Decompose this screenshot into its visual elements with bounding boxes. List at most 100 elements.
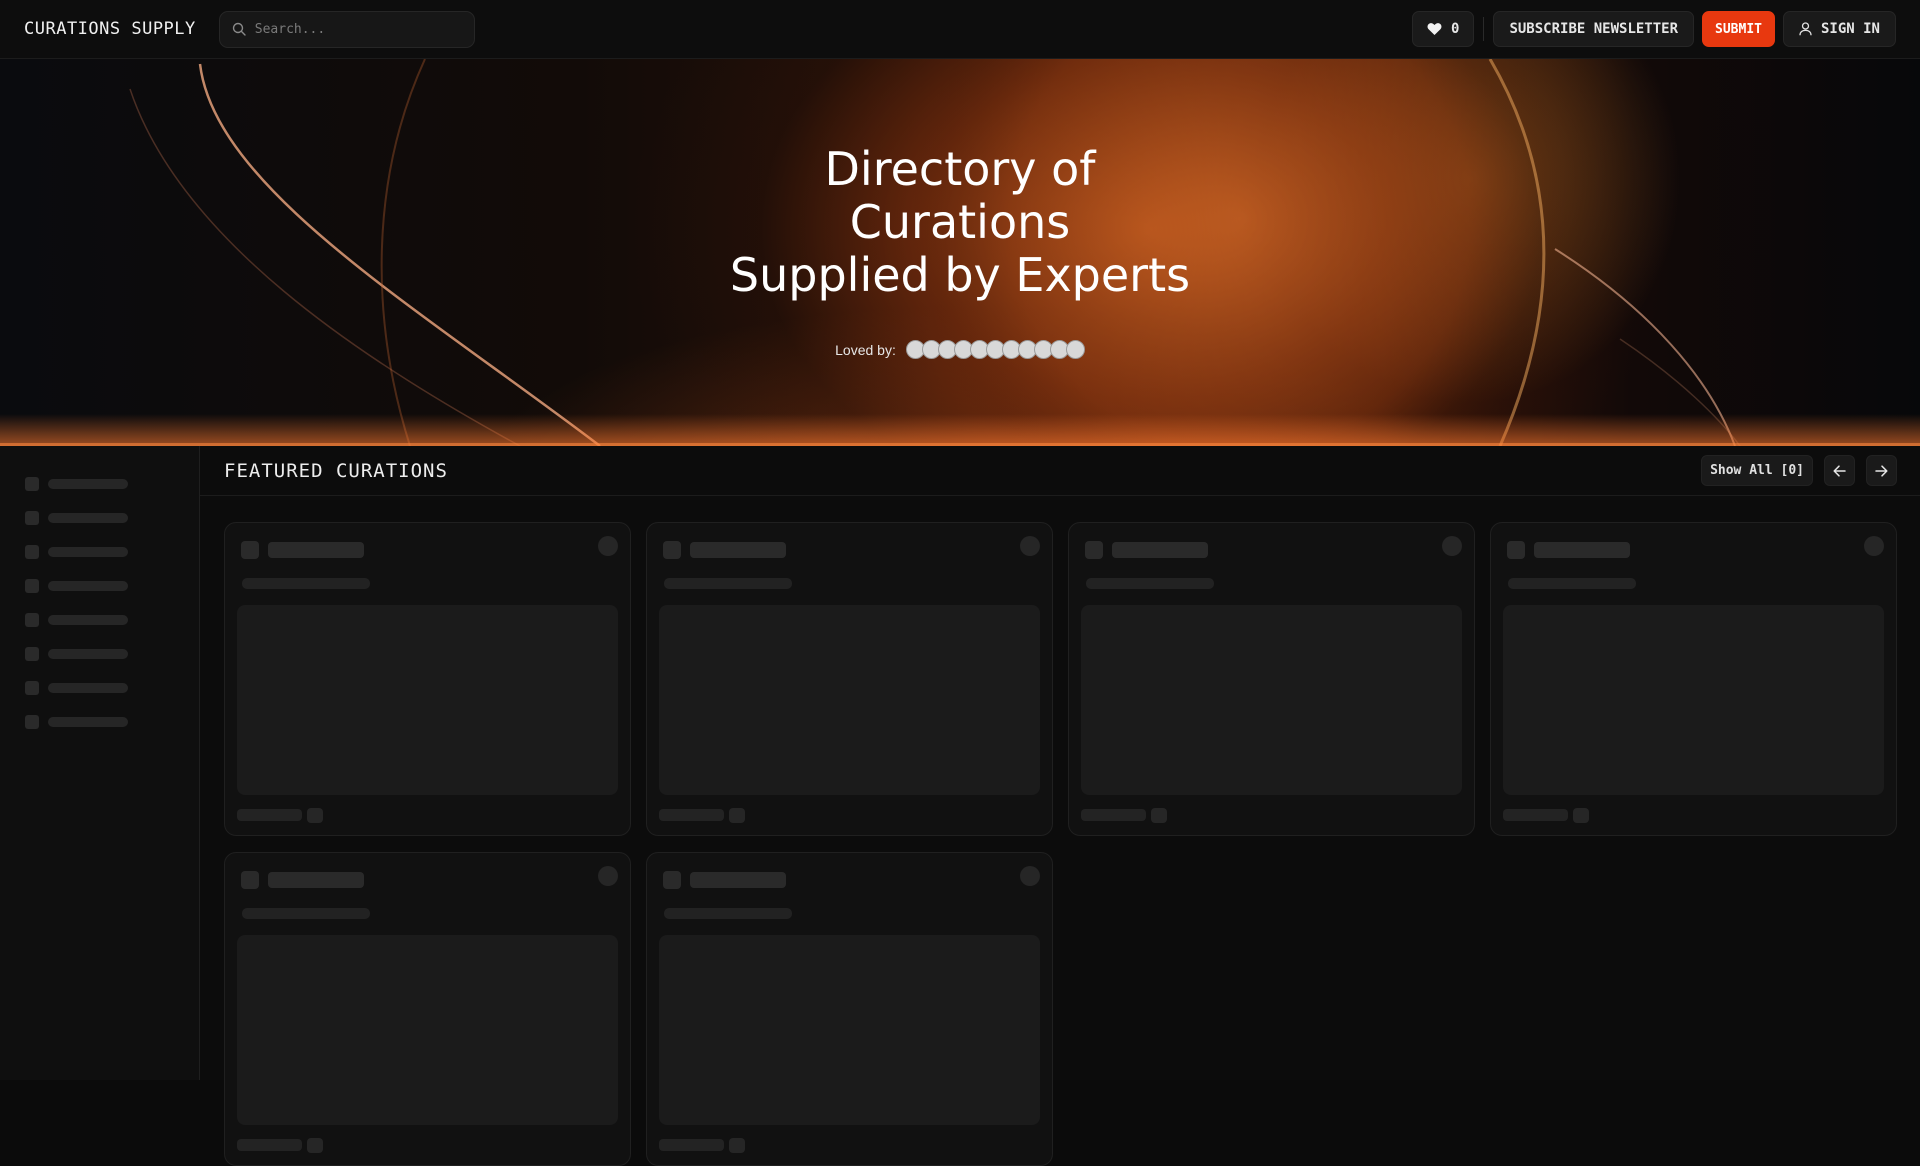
loved-by-avatars	[905, 340, 1085, 359]
avatar	[1065, 340, 1085, 359]
search-icon	[232, 22, 246, 36]
subscribe-newsletter-button[interactable]: SUBSCRIBE NEWSLETTER	[1493, 11, 1695, 47]
sidebar-item-skeleton[interactable]	[0, 705, 199, 739]
card-badge-placeholder	[729, 1138, 745, 1153]
curation-card-skeleton[interactable]	[646, 522, 1053, 836]
search-input[interactable]	[254, 21, 455, 37]
card-badge-placeholder	[1151, 808, 1167, 823]
arrow-right-icon	[1875, 464, 1888, 477]
card-icon-placeholder	[663, 541, 681, 559]
curation-card-skeleton[interactable]	[1068, 522, 1475, 836]
card-subtitle-placeholder	[1086, 578, 1214, 589]
hero-title-line-1: Directory of	[824, 142, 1096, 196]
card-subtitle-placeholder	[242, 578, 370, 589]
category-sidebar	[0, 446, 200, 1080]
card-footer-placeholder	[659, 809, 724, 821]
card-icon-placeholder	[1507, 541, 1525, 559]
hero-banner: Directory of Curations Supplied by Exper…	[0, 59, 1920, 446]
sidebar-item-skeleton[interactable]	[0, 603, 199, 637]
hero-title-line-2: Curations	[849, 195, 1071, 249]
sidebar-item-label-placeholder	[48, 513, 128, 523]
card-subtitle-placeholder	[242, 908, 370, 919]
sidebar-item-label-placeholder	[48, 581, 128, 591]
card-action-placeholder	[598, 536, 618, 556]
card-badge-placeholder	[729, 808, 745, 823]
curation-card-skeleton[interactable]	[1490, 522, 1897, 836]
curation-card-skeleton[interactable]	[224, 852, 631, 1166]
card-subtitle-placeholder	[664, 908, 792, 919]
sidebar-item-label-placeholder	[48, 683, 128, 693]
sidebar-item-icon-placeholder	[25, 647, 39, 661]
curation-card-skeleton[interactable]	[224, 522, 631, 836]
next-button[interactable]	[1866, 455, 1897, 486]
curation-card-skeleton[interactable]	[646, 852, 1053, 1166]
card-title-placeholder	[690, 542, 786, 558]
loved-by-label: Loved by:	[835, 341, 896, 358]
sidebar-item-icon-placeholder	[25, 681, 39, 695]
brand-logo[interactable]: CURATIONS SUPPLY	[24, 19, 196, 39]
featured-actions: Show All [0]	[1701, 455, 1897, 486]
sidebar-item-label-placeholder	[48, 547, 128, 557]
card-image-placeholder	[237, 605, 618, 795]
sign-in-label: SIGN IN	[1820, 21, 1880, 37]
card-action-placeholder	[1442, 536, 1462, 556]
previous-button[interactable]	[1824, 455, 1855, 486]
card-title-placeholder	[690, 872, 786, 888]
main-content: FEATURED CURATIONS Show All [0]	[200, 446, 1920, 1166]
hero-title: Directory of Curations Supplied by Exper…	[0, 143, 1920, 302]
card-footer-placeholder	[1081, 809, 1146, 821]
card-title-placeholder	[1534, 542, 1630, 558]
sidebar-item-label-placeholder	[48, 717, 128, 727]
show-all-button[interactable]: Show All [0]	[1701, 455, 1813, 486]
card-action-placeholder	[1864, 536, 1884, 556]
sidebar-item-label-placeholder	[48, 479, 128, 489]
submit-button[interactable]: SUBMIT	[1702, 11, 1775, 47]
sidebar-item-label-placeholder	[48, 615, 128, 625]
loved-by-row: Loved by:	[0, 340, 1920, 359]
card-badge-placeholder	[307, 808, 323, 823]
card-title-placeholder	[1112, 542, 1208, 558]
sidebar-item-skeleton[interactable]	[0, 637, 199, 671]
card-image-placeholder	[1081, 605, 1462, 795]
sidebar-item-skeleton[interactable]	[0, 671, 199, 705]
likes-count: 0	[1451, 21, 1460, 37]
card-footer-placeholder	[237, 809, 302, 821]
card-icon-placeholder	[241, 541, 259, 559]
card-image-placeholder	[1503, 605, 1884, 795]
sidebar-item-label-placeholder	[48, 649, 128, 659]
featured-cards-grid	[224, 522, 1897, 1166]
sidebar-item-skeleton[interactable]	[0, 569, 199, 603]
card-footer-placeholder	[659, 1139, 724, 1151]
card-action-placeholder	[1020, 866, 1040, 886]
heart-icon	[1427, 23, 1442, 35]
featured-title: FEATURED CURATIONS	[224, 459, 448, 482]
card-icon-placeholder	[663, 871, 681, 889]
sidebar-item-skeleton[interactable]	[0, 535, 199, 569]
card-icon-placeholder	[241, 871, 259, 889]
header-actions: 0 SUBSCRIBE NEWSLETTER SUBMIT SIGN IN	[1412, 11, 1896, 47]
card-image-placeholder	[659, 935, 1040, 1125]
sidebar-item-icon-placeholder	[25, 715, 39, 729]
likes-button[interactable]: 0	[1412, 11, 1475, 47]
card-badge-placeholder	[307, 1138, 323, 1153]
card-image-placeholder	[237, 935, 618, 1125]
featured-header: FEATURED CURATIONS Show All [0]	[200, 446, 1920, 496]
sidebar-item-icon-placeholder	[25, 477, 39, 491]
sidebar-item-icon-placeholder	[25, 545, 39, 559]
hero-title-line-3: Supplied by Experts	[729, 248, 1191, 302]
sidebar-item-skeleton[interactable]	[0, 467, 199, 501]
card-subtitle-placeholder	[1508, 578, 1636, 589]
card-title-placeholder	[268, 542, 364, 558]
header-divider	[1483, 17, 1485, 41]
user-icon	[1799, 22, 1812, 36]
card-image-placeholder	[659, 605, 1040, 795]
card-footer-placeholder	[1503, 809, 1568, 821]
sign-in-button[interactable]: SIGN IN	[1782, 11, 1896, 47]
search-box[interactable]	[218, 10, 475, 48]
card-icon-placeholder	[1085, 541, 1103, 559]
sidebar-item-icon-placeholder	[25, 613, 39, 627]
card-footer-placeholder	[237, 1139, 302, 1151]
card-subtitle-placeholder	[664, 578, 792, 589]
top-navigation-bar: CURATIONS SUPPLY 0 SUBSCRIBE NEWSLETTER …	[0, 0, 1920, 59]
sidebar-item-skeleton[interactable]	[0, 501, 199, 535]
